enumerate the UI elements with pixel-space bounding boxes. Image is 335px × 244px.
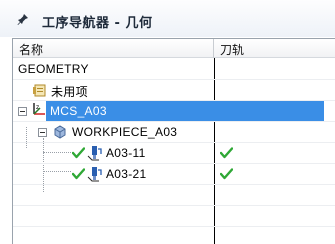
tree-row-unused[interactable]: 未用项 <box>13 80 335 101</box>
workpiece-icon <box>53 125 67 142</box>
tree-row-label: GEOMETRY <box>18 62 89 76</box>
tree-row-mcs[interactable]: z MCS_A03 <box>13 101 335 122</box>
svg-text:z: z <box>36 104 39 111</box>
tree-row-label: MCS_A03 <box>50 104 107 118</box>
tree-row-workpiece[interactable]: WORKPIECE_A03 <box>13 122 335 143</box>
collapse-toggle[interactable] <box>38 128 47 137</box>
pin-icon[interactable] <box>17 13 29 25</box>
empty-row <box>13 206 335 227</box>
empty-row <box>13 185 335 206</box>
operation-navigator-panel: 工序导航器 - 几何 名称 刀轨 GEOMETRY 未用项 z MCS_A03 … <box>0 0 335 244</box>
tree-row-geometry[interactable]: GEOMETRY <box>13 59 335 80</box>
complete-check-icon <box>71 147 86 162</box>
folder-icon <box>33 83 47 100</box>
mill-operation-icon <box>87 166 103 185</box>
toolpath-complete-check-icon <box>219 147 234 162</box>
tree-row-label: A03-11 <box>106 146 146 160</box>
column-divider[interactable] <box>213 39 214 58</box>
complete-check-icon <box>71 168 86 183</box>
navigator-titlebar: 工序导航器 - 几何 <box>0 0 335 37</box>
collapse-toggle[interactable] <box>18 107 27 116</box>
toolpath-complete-check-icon <box>219 168 234 183</box>
tree-row-label: A03-21 <box>106 167 147 181</box>
mill-operation-icon <box>87 145 103 164</box>
mcs-icon: z <box>31 102 47 121</box>
column-header-toolpath[interactable]: 刀轨 <box>220 41 244 58</box>
column-header-name[interactable]: 名称 <box>19 41 43 58</box>
navigator-title: 工序导航器 - 几何 <box>42 16 153 31</box>
empty-row <box>13 227 335 244</box>
tree-row-operation[interactable]: A03-21 <box>13 164 335 185</box>
tree-header: 名称 刀轨 <box>13 39 335 58</box>
tree-row-label: 未用项 <box>51 85 88 99</box>
tree-row-operation[interactable]: A03-11 <box>13 143 335 164</box>
operation-tree[interactable]: 名称 刀轨 GEOMETRY 未用项 z MCS_A03 WORKPIECE_A… <box>12 38 335 244</box>
tree-row-label: WORKPIECE_A03 <box>72 125 178 139</box>
